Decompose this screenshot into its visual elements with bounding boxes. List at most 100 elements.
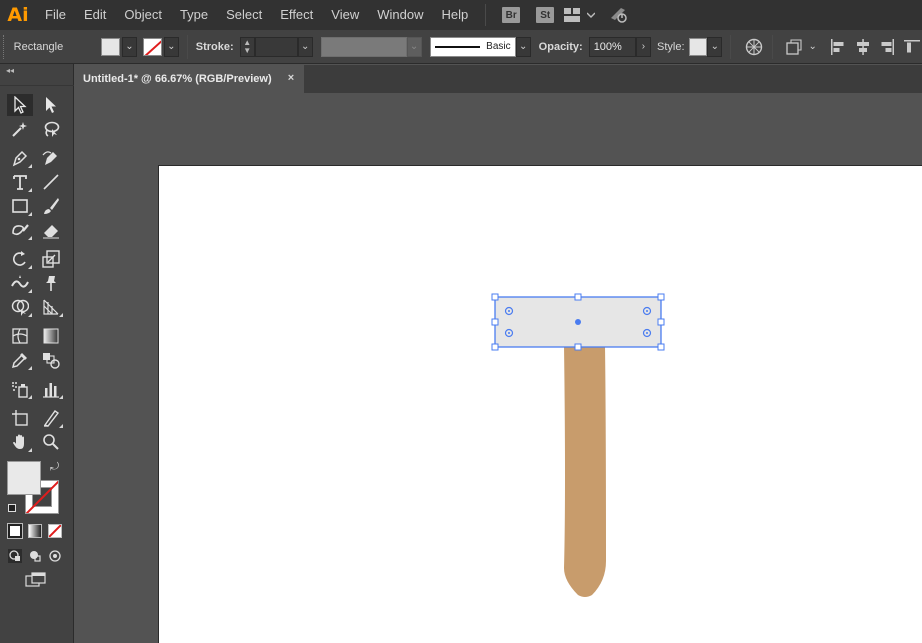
width-tool-icon[interactable] — [7, 272, 33, 294]
variable-width-profile[interactable] — [320, 36, 407, 57]
shaper-tool-icon[interactable] — [7, 219, 33, 241]
chevron-down-icon[interactable] — [584, 0, 598, 30]
brush-dropdown[interactable]: ⌄ — [515, 36, 531, 57]
menu-edit[interactable]: Edit — [75, 0, 115, 30]
shape-builder-tool-icon[interactable] — [7, 296, 33, 318]
eyedropper-tool-icon[interactable] — [7, 349, 33, 371]
paintbrush-tool-icon[interactable] — [38, 195, 64, 217]
menu-window[interactable]: Window — [368, 0, 432, 30]
canvas-area[interactable] — [74, 93, 922, 643]
direct-selection-tool-icon[interactable] — [38, 94, 64, 116]
color-mode-button[interactable] — [7, 523, 23, 539]
stroke-label[interactable]: Stroke: — [196, 41, 234, 53]
draw-inside-icon[interactable] — [48, 549, 62, 563]
fill-swatch[interactable] — [101, 37, 120, 56]
rotate-tool-icon[interactable] — [7, 248, 33, 270]
align-left-icon[interactable] — [828, 35, 849, 59]
line-segment-tool-icon[interactable] — [38, 171, 64, 193]
opacity-flyout[interactable]: › — [635, 36, 651, 57]
tool-flyout-indicator — [28, 448, 32, 452]
transform-dropdown[interactable]: ⌄ — [805, 37, 820, 57]
column-graph-tool-icon[interactable] — [38, 378, 64, 400]
artboard-tool-icon[interactable] — [7, 407, 33, 429]
pen-tool-icon[interactable] — [7, 147, 33, 169]
graphic-style-swatch[interactable] — [688, 37, 708, 56]
center-point[interactable] — [575, 319, 581, 325]
stroke-weight-dropdown[interactable]: ⌄ — [297, 36, 313, 57]
tool-flyout-indicator — [28, 188, 32, 192]
hammer-handle-shape[interactable] — [564, 345, 606, 597]
gradient-tool-icon[interactable] — [38, 325, 64, 347]
swap-fill-stroke-icon[interactable]: ⤾ — [50, 461, 59, 474]
transform-icon[interactable] — [785, 35, 806, 59]
opacity-input[interactable]: 100% — [588, 36, 636, 57]
selection-type-label: Rectangle — [13, 40, 64, 53]
menu-separator — [485, 4, 487, 26]
eraser-tool-icon[interactable] — [38, 219, 64, 241]
close-icon[interactable]: × — [285, 72, 297, 84]
arrange-documents-icon[interactable] — [562, 0, 584, 30]
perspective-grid-tool-icon[interactable] — [38, 296, 64, 318]
menu-effect[interactable]: Effect — [271, 0, 322, 30]
stroke-swatch[interactable] — [143, 37, 162, 56]
rectangle-tool-icon[interactable] — [7, 195, 33, 217]
tool-flyout-indicator — [28, 164, 32, 168]
menu-file[interactable]: File — [36, 0, 75, 30]
change-screen-mode-icon[interactable] — [25, 572, 47, 588]
tools-panel-header[interactable] — [0, 76, 74, 86]
align-right-icon[interactable] — [877, 35, 898, 59]
lasso-tool-icon[interactable] — [38, 118, 64, 140]
resize-handle — [657, 293, 665, 301]
default-fill-stroke-icon[interactable] — [8, 504, 16, 512]
menu-type[interactable]: Type — [171, 0, 217, 30]
type-tool-icon[interactable] — [7, 171, 33, 193]
align-center-icon[interactable] — [853, 35, 874, 59]
symbol-sprayer-tool-icon[interactable] — [7, 378, 33, 400]
tool-flyout-indicator — [59, 395, 63, 399]
tool-flyout-indicator — [28, 395, 32, 399]
document-tab[interactable]: Untitled-1* @ 66.67% (RGB/Preview) × — [74, 65, 304, 93]
mesh-tool-icon[interactable] — [7, 325, 33, 347]
selection-tool-icon[interactable] — [7, 94, 33, 116]
tool-flyout-indicator — [28, 265, 32, 269]
tool-flyout-indicator — [28, 366, 32, 370]
stroke-weight-stepper[interactable]: ▲ ▼ — [239, 36, 255, 57]
style-dropdown[interactable]: ⌄ — [707, 36, 723, 57]
opacity-label[interactable]: Opacity: — [539, 41, 583, 53]
fill-color-box-front[interactable] — [7, 461, 41, 495]
none-mode-button[interactable] — [48, 524, 62, 538]
brush-preview — [434, 45, 481, 48]
puppet-warp-tool-icon[interactable] — [38, 272, 64, 294]
menu-select[interactable]: Select — [217, 0, 271, 30]
gradient-mode-button[interactable] — [28, 524, 42, 538]
curvature-tool-icon[interactable] — [38, 147, 64, 169]
menu-view[interactable]: View — [322, 0, 368, 30]
fill-dropdown[interactable]: ⌄ — [121, 36, 138, 57]
magic-wand-tool-icon[interactable] — [7, 118, 33, 140]
menu-object[interactable]: Object — [115, 0, 171, 30]
stock-button[interactable]: St — [536, 7, 555, 23]
bridge-button[interactable]: Br — [502, 7, 521, 23]
slice-tool-icon[interactable] — [38, 407, 64, 429]
hand-tool-icon[interactable] — [7, 431, 33, 453]
draw-behind-icon[interactable] — [28, 549, 42, 563]
menu-help[interactable]: Help — [432, 0, 477, 30]
blend-tool-icon[interactable] — [38, 349, 64, 371]
scale-tool-icon[interactable] — [38, 248, 64, 270]
gpu-performance-icon[interactable] — [608, 0, 630, 30]
resize-handle — [491, 293, 499, 301]
tool-flyout-indicator — [28, 289, 32, 293]
control-bar-grip[interactable] — [3, 34, 9, 59]
variable-width-dropdown[interactable]: ⌄ — [406, 36, 422, 57]
collapse-panel-icon[interactable]: ◂◂ — [6, 66, 14, 75]
brush-definition[interactable]: Basic — [429, 36, 516, 57]
align-top-icon[interactable] — [902, 35, 922, 59]
stroke-dropdown[interactable]: ⌄ — [163, 36, 179, 57]
draw-normal-icon[interactable] — [8, 549, 22, 563]
zoom-tool-icon[interactable] — [38, 431, 64, 453]
tool-flyout-indicator — [59, 424, 63, 428]
app-logo: Ai — [7, 4, 29, 26]
recolor-artwork-icon[interactable] — [743, 35, 764, 59]
style-label: Style: — [657, 40, 685, 53]
stroke-weight-input[interactable] — [254, 36, 298, 57]
